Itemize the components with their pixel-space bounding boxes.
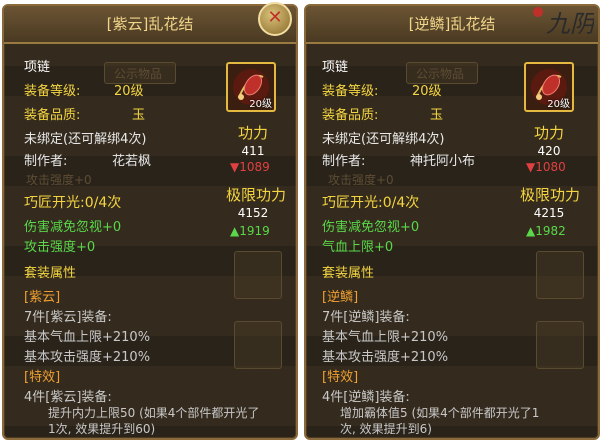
ghost-slot [536,321,584,369]
power-value: 411 [241,144,265,158]
set4-desc-2: 1次, 效果提升到60) [48,422,156,436]
power-diff: ▼1080 [526,160,566,174]
bonus-2: 气血上限+0 [322,240,394,255]
maker-value: 神托阿小布 [410,154,476,169]
set4-label: 4件[紫云]装备: [24,390,112,405]
close-button[interactable]: ✕ [258,2,292,36]
set-name: [逆鳞] [322,290,359,305]
level-label: 装备等级: [322,84,379,99]
limit-power-label: 极限功力 [226,186,287,204]
limit-power-value: 4152 [237,206,269,220]
ghost-text: 攻击强度+0 [26,173,92,187]
game-logo-mark: 九阴 [533,7,597,38]
item-icon-slot[interactable]: 20级 [524,62,574,112]
quality-value: 玉 [132,108,146,123]
maker-label: 制作者: [322,154,366,169]
set7-stat-1: 基本气血上限+210% [322,330,449,345]
bonus-2: 攻击强度+0 [24,240,96,255]
bind-status: 未绑定(还可解绑4次) [24,132,147,147]
power-label: 功力 [238,124,269,142]
power-value: 420 [537,144,561,158]
special-header: [特效] [24,370,61,385]
limit-power-diff: ▲1982 [526,224,566,238]
set4-desc-2: 次, 效果提升到6) [340,422,432,436]
limit-power-value: 4215 [533,206,565,220]
level-value: 20级 [412,84,442,99]
craft-label: 巧匠开光:0/4次 [24,195,122,211]
icon-level: 20级 [547,99,570,110]
set4-label: 4件[逆鳞]装备: [322,390,410,405]
ghost-text: 攻击强度+0 [328,173,394,187]
arrow-up-icon: ▲ [526,224,536,238]
item-icon-slot[interactable]: 20级 [226,62,276,112]
limit-power-diff: ▲1919 [230,224,270,238]
item-tooltip-left: 公示物品 攻击强度+0 [紫云]乱花结 项链 装备等级: 20级 装备品质: 玉… [2,4,298,440]
bind-status: 未绑定(还可解绑4次) [322,132,445,147]
maker-label: 制作者: [24,154,68,169]
arrow-down-icon: ▼ [526,160,536,174]
power-label: 功力 [534,124,565,142]
bonus-1: 伤害减免忽视+0 [322,220,420,235]
game-logo: 九阴 [524,2,597,42]
item-type: 项链 [322,60,349,75]
set7-stat-2: 基本攻击强度+210% [322,350,449,365]
set-header: 套装属性 [322,266,375,281]
tooltip-title: [紫云]乱花结 [4,6,296,44]
item-type: 项链 [24,60,51,75]
ghost-slot [536,251,584,299]
set-header: 套装属性 [24,266,77,281]
ghost-slot [234,321,282,369]
power-diff: ▼1089 [230,160,270,174]
set7-stat-2: 基本攻击强度+210% [24,350,151,365]
maker-value: 花若枫 [112,154,152,169]
close-icon: ✕ [267,7,283,28]
set7-stat-1: 基本气血上限+210% [24,330,151,345]
set4-desc-1: 增加霸体值5 (如果4个部件都开光了1 [340,406,540,420]
quality-label: 装备品质: [24,108,81,123]
arrow-down-icon: ▼ [230,160,240,174]
set4-desc-1: 提升内力上限50 (如果4个部件都开光了 [48,406,260,420]
arrow-up-icon: ▲ [230,224,240,238]
bonus-1: 伤害减免忽视+0 [24,220,122,235]
special-header: [特效] [322,370,359,385]
level-label: 装备等级: [24,84,81,99]
quality-value: 玉 [430,108,444,123]
item-tooltip-right: 公示物品 攻击强度+0 [逆鳞]乱花结 项链 装备等级: 20级 装备品质: 玉… [304,4,600,440]
craft-label: 巧匠开光:0/4次 [322,195,420,211]
set7-label: 7件[紫云]装备: [24,310,112,325]
quality-label: 装备品质: [322,108,379,123]
set7-label: 7件[逆鳞]装备: [322,310,410,325]
limit-power-label: 极限功力 [520,186,581,204]
icon-level: 20级 [249,99,272,110]
set-name: [紫云] [24,290,61,305]
game-logo-text: 九阴 [546,10,594,38]
level-value: 20级 [114,84,144,99]
ghost-slot [234,251,282,299]
